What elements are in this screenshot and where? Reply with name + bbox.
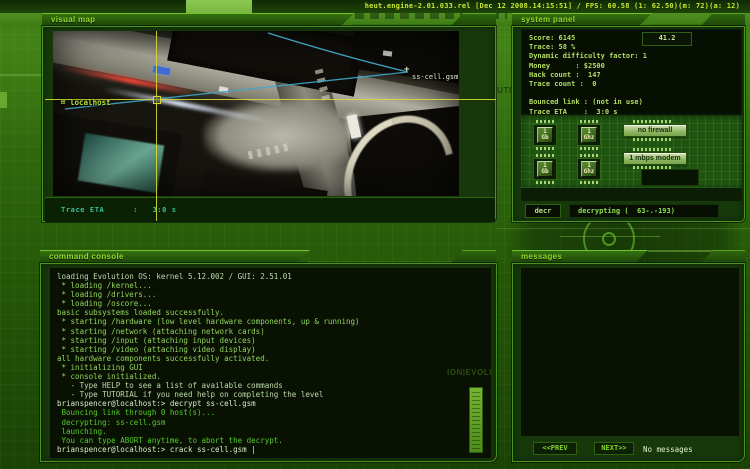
crosshair-vertical-line [156, 31, 157, 221]
chip-pins [580, 181, 598, 184]
prev-message-button[interactable]: <<PREV [533, 442, 577, 455]
trace-eta-bar: Trace ETA : 3:0 s [45, 197, 495, 222]
console-line: * initializing GUI [57, 362, 143, 372]
console-line: launching. [57, 426, 107, 436]
console-line: * starting /video (attaching video displ… [57, 344, 256, 354]
console-line: * starting /input (attaching input devic… [57, 335, 256, 345]
console-watermark: ION|EVOLUTION [447, 368, 491, 377]
hardware-board: 1 Gb 1 Ghz 1 Gb 1 Ghz no firewall 1 mbps [521, 116, 742, 188]
ram-chip-label: 1 Gb [537, 161, 553, 177]
command-console-panel: loading Evolution OS: kernel 5.12.002 / … [40, 263, 497, 462]
device-pins [633, 120, 673, 123]
console-scrollbar-thumb[interactable] [469, 387, 483, 453]
console-line: * starting /network (attaching network c… [57, 326, 265, 336]
decrypt-status: decrypting ( 63-.-193) [569, 204, 719, 218]
stat-line: Trace count : 0 [529, 80, 597, 89]
modem-device: 1 mbps modem [623, 152, 687, 165]
next-message-button[interactable]: NEXT>> [594, 442, 634, 455]
stats-list: Score: 6145 Trace: 58 % Dynamic difficulty… [529, 34, 647, 117]
engine-status-bar: heut.engine-2.01.033.rel [Dec 12 2008.14… [0, 0, 750, 13]
console-line: You can type ABORT anytime, to abort the… [57, 435, 283, 445]
chip-pins [580, 147, 598, 150]
console-line: all hardware components successfully act… [57, 353, 270, 363]
console-lines: loading Evolution OS: kernel 5.12.002 / … [57, 272, 360, 454]
console-line: * starting /hardware (low level hardware… [57, 317, 360, 327]
console-line: * loading /oscore... [57, 299, 152, 309]
chip-pins [536, 181, 554, 184]
target-marker: + [404, 65, 410, 75]
crosshair-center-box [153, 96, 161, 104]
trace-eta-text: Trace ETA : 3:0 s [61, 206, 177, 214]
messages-list-area [521, 268, 739, 436]
console-line: brianspencer@localhost:> decrypt ss-cell… [57, 399, 256, 409]
stat-line: Hack count : 147 [529, 70, 601, 79]
host-node-label: localhost [70, 98, 111, 107]
bg-line-left [0, 74, 42, 76]
decrypt-button[interactable]: decr [525, 204, 561, 218]
console-line: - Type HELP to see a list of available c… [57, 381, 283, 391]
hardware-divider-bar [521, 188, 742, 201]
chip-pins [580, 120, 598, 123]
device-pins [633, 138, 673, 141]
cpu-chip: 1 Ghz [577, 124, 601, 146]
gauge-value: 41.2 [642, 32, 692, 46]
cpu-chip: 1 Ghz [577, 158, 601, 180]
chip-pins [536, 120, 554, 123]
chip-pins [580, 154, 598, 157]
empty-slot [641, 169, 699, 186]
console-line: loading Evolution OS: kernel 5.12.002 / … [57, 272, 292, 281]
trace-route-line [64, 32, 409, 110]
console-line: decrypting: ss-cell.gsm [57, 417, 166, 427]
console-output-area[interactable]: loading Evolution OS: kernel 5.12.002 / … [50, 268, 491, 458]
console-title: command console [40, 250, 310, 263]
visual-map-title: visual map [42, 13, 354, 26]
stat-line: Score: 6145 [529, 34, 576, 42]
device-pins [633, 148, 673, 151]
firewall-device: no firewall [623, 124, 687, 137]
console-line: * console initialized. [57, 372, 161, 382]
console-line: basic subsystems loaded successfully. [57, 308, 225, 318]
stat-line: Bounced link : (not in use) [529, 98, 643, 107]
visual-map-panel: + ss-cell.gsm ⊞ localhost Trace ETA : 3:… [42, 26, 496, 222]
ram-chip: 1 Gb [533, 158, 557, 180]
system-stats-box: Score: 6145 Trace: 58 % Dynamic difficulty… [521, 29, 742, 117]
messages-title: messages [512, 250, 648, 263]
console-title-cap [450, 250, 496, 264]
stat-line [529, 89, 647, 98]
console-line: - Type TUTORIAL if you need help on comp… [57, 390, 324, 400]
console-line: * loading /kernel... [57, 281, 152, 291]
hud-crossline [560, 236, 660, 237]
cpu-chip-label: 1 Ghz [581, 161, 597, 177]
console-line: brianspencer@localhost:> crack ss-cell.g… [57, 444, 256, 454]
system-panel: Score: 6145 Trace: 58 % Dynamic difficulty… [512, 26, 745, 222]
crosshair-horizontal-line [45, 99, 496, 100]
bg-line-mid [497, 228, 750, 229]
messages-status: No messages [643, 445, 693, 454]
ram-chip-label: 1 Gb [537, 127, 553, 143]
game-screen: ION|EVOLUTION heut.engine-2.01.033.rel [… [0, 0, 750, 469]
chip-pins [536, 147, 554, 150]
console-line: * loading /drivers... [57, 290, 157, 300]
messages-panel: <<PREV NEXT>> No messages [512, 263, 745, 462]
stat-line: Trace: 58 % [529, 43, 576, 52]
stat-line: Dynamic difficulty factor: 1 [529, 52, 648, 61]
bg-left-chip [0, 92, 7, 108]
chip-pins [536, 154, 554, 157]
target-node-label: ss-cell.gsm [412, 73, 459, 81]
stat-line: Money : $2500 [529, 61, 605, 70]
console-line: Bouncing link through 0 host(s)... [57, 408, 216, 418]
system-panel-title: system panel [512, 13, 652, 26]
host-icon: ⊞ [61, 97, 66, 106]
cpu-chip-label: 1 Ghz [581, 127, 597, 143]
ram-chip: 1 Gb [533, 124, 557, 146]
